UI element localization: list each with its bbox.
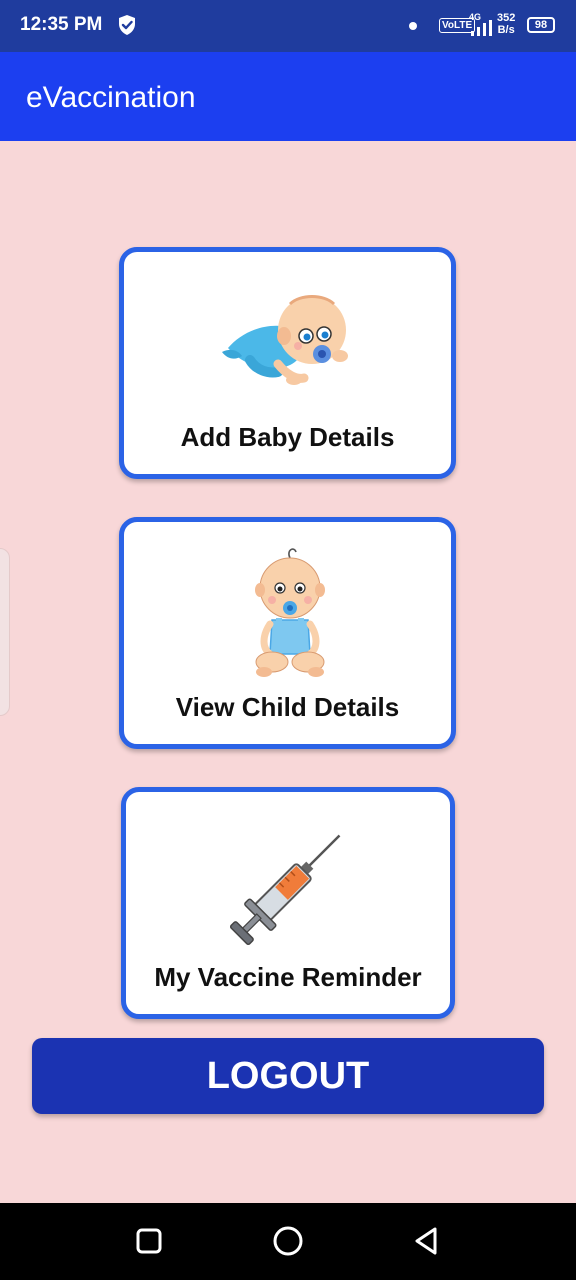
system-nav-bar — [0, 1203, 576, 1280]
add-baby-details-card[interactable]: Add Baby Details — [119, 247, 456, 479]
battery-level: 98 — [534, 19, 548, 31]
recents-square-icon[interactable] — [131, 1223, 167, 1259]
signal-icon — [471, 20, 492, 36]
speed-unit: B/s — [497, 24, 515, 36]
edge-panel-handle[interactable] — [0, 548, 10, 716]
battery-icon: 98 — [527, 17, 555, 33]
my-vaccine-reminder-card[interactable]: My Vaccine Reminder — [121, 787, 455, 1019]
app-bar: eVaccination — [0, 52, 576, 141]
card-label: Add Baby Details — [180, 422, 395, 452]
syringe-icon — [229, 834, 341, 946]
back-triangle-icon[interactable] — [408, 1223, 444, 1259]
network-speed: 352 B/s — [497, 12, 515, 36]
crawling-baby-icon — [222, 295, 348, 385]
view-child-details-card[interactable]: View Child Details — [119, 517, 456, 749]
logout-button[interactable]: LOGOUT — [32, 1038, 544, 1114]
status-bar: 12:35 PM VoLTE 4G 352 B/s 98 — [0, 0, 576, 52]
app-title: eVaccination — [26, 81, 196, 114]
card-label: View Child Details — [175, 692, 400, 722]
speed-value: 352 — [497, 12, 516, 24]
home-circle-icon[interactable] — [270, 1223, 306, 1259]
notification-dot-icon — [409, 22, 417, 30]
sitting-baby-icon — [255, 548, 325, 677]
shield-check-icon — [119, 15, 135, 35]
status-time: 12:35 PM — [20, 14, 103, 35]
card-label: My Vaccine Reminder — [154, 962, 422, 992]
